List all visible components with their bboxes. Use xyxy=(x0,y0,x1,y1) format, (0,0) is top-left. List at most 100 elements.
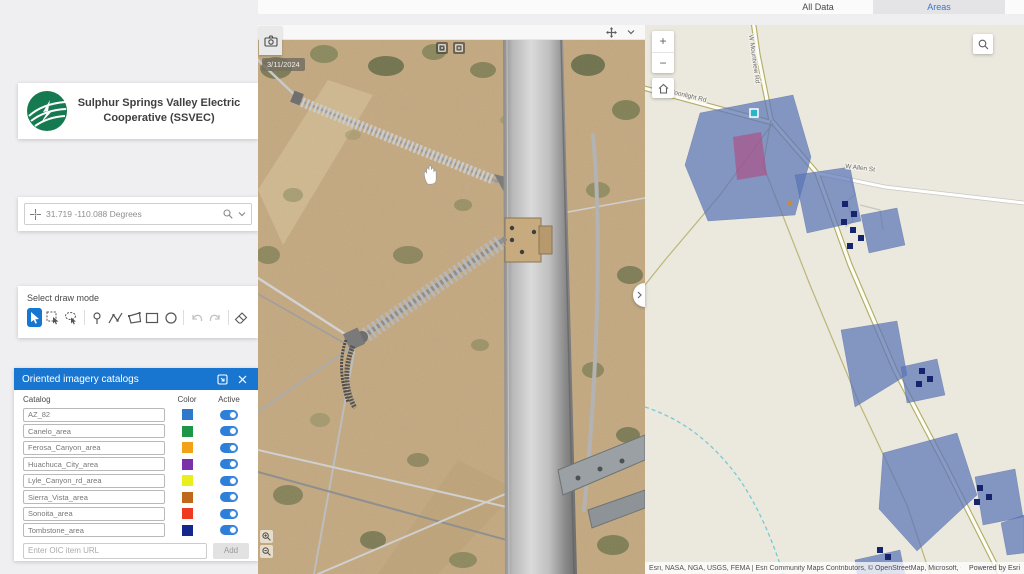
catalog-name-input[interactable] xyxy=(23,457,165,471)
oriented-image[interactable] xyxy=(258,40,645,574)
chevron-right-icon xyxy=(637,291,642,299)
pointer-tool-button[interactable] xyxy=(27,308,43,327)
select-lasso-tool-button[interactable] xyxy=(64,308,79,327)
dock-panel-icon[interactable] xyxy=(215,372,230,387)
ssvec-logo-icon xyxy=(26,90,68,132)
oriented-imagery-catalogs-panel: Oriented imagery catalogs Catalog Color … xyxy=(14,368,258,561)
camera-button[interactable] xyxy=(259,26,282,55)
map-zoom-in-button[interactable]: + xyxy=(652,31,674,52)
catalog-color-swatch[interactable] xyxy=(181,442,193,453)
catalog-row xyxy=(23,473,249,488)
oriented-imagery-viewer: 3/11/2024 xyxy=(258,25,645,574)
map-search-button[interactable] xyxy=(973,34,993,54)
panel-header: Oriented imagery catalogs xyxy=(14,368,258,390)
redo-button[interactable] xyxy=(208,308,223,327)
crosshair-icon xyxy=(30,208,41,220)
pan-move-icon[interactable] xyxy=(606,26,617,38)
catalog-color-swatch[interactable] xyxy=(181,475,193,486)
footprint-target-icon[interactable] xyxy=(436,42,448,54)
zoom-in-icon[interactable] xyxy=(260,530,273,543)
toolbar-divider xyxy=(227,310,229,325)
coordinate-card: 31.719 -110.088 Degrees xyxy=(18,197,258,231)
tab-areas[interactable]: Areas xyxy=(873,0,1005,14)
catalog-color-swatch[interactable] xyxy=(181,508,193,519)
map-panel: W Mountview Rd W Moonlight Rd W Allen St… xyxy=(645,25,1024,574)
close-panel-icon[interactable] xyxy=(235,372,250,387)
catalog-rows xyxy=(23,407,249,538)
catalog-row xyxy=(23,506,249,521)
catalog-url-row: Add xyxy=(23,542,249,559)
draw-mode-label: Select draw mode xyxy=(27,293,100,303)
map-zoom-out-button[interactable]: − xyxy=(652,51,674,74)
org-card: Sulphur Springs Valley Electric Cooperat… xyxy=(18,83,258,139)
circle-tool-button[interactable] xyxy=(163,308,178,327)
eraser-tool-button[interactable] xyxy=(234,308,249,327)
tab-all-data[interactable]: All Data xyxy=(763,0,873,14)
camera-icon xyxy=(263,34,278,47)
point-tool-button[interactable] xyxy=(90,308,105,327)
search-icon xyxy=(978,39,988,49)
catalog-name-input[interactable] xyxy=(23,506,165,521)
catalog-color-swatch[interactable] xyxy=(181,458,193,470)
catalog-name-input[interactable] xyxy=(23,523,165,537)
catalog-color-swatch[interactable] xyxy=(181,491,193,503)
toolbar-divider xyxy=(183,310,185,325)
coordinate-input[interactable]: 31.719 -110.088 Degrees xyxy=(24,203,252,225)
coordinate-value: 31.719 -110.088 Degrees xyxy=(46,209,142,219)
catalog-row xyxy=(23,457,249,472)
catalog-name-input[interactable] xyxy=(23,490,165,504)
polygon-tool-button[interactable] xyxy=(126,308,141,327)
catalog-active-toggle[interactable] xyxy=(220,442,238,453)
viewer-toolbar xyxy=(258,25,645,40)
catalog-active-toggle[interactable] xyxy=(220,525,238,535)
attribution-text: Esri, NASA, NGA, USGS, FEMA | Esri Commu… xyxy=(649,564,961,572)
panel-title: Oriented imagery catalogs xyxy=(22,373,139,385)
org-title: Sulphur Springs Valley Electric Cooperat… xyxy=(77,97,241,124)
viewer-zoom-controls xyxy=(260,530,273,558)
catalog-active-toggle[interactable] xyxy=(220,409,238,420)
search-icon[interactable] xyxy=(223,209,233,219)
rectangle-tool-button[interactable] xyxy=(145,308,160,327)
collapse-chevron-icon[interactable] xyxy=(627,29,635,35)
catalog-name-input[interactable] xyxy=(23,407,165,422)
catalog-color-swatch[interactable] xyxy=(181,425,193,437)
catalog-color-swatch[interactable] xyxy=(181,409,193,420)
undo-button[interactable] xyxy=(189,308,204,327)
catalog-active-toggle[interactable] xyxy=(220,508,238,519)
catalog-name-input[interactable] xyxy=(23,424,165,438)
chevron-down-icon[interactable] xyxy=(238,211,246,217)
oic-url-input[interactable] xyxy=(23,542,207,559)
catalog-row xyxy=(23,490,249,505)
catalog-active-toggle[interactable] xyxy=(220,426,238,436)
select-rectangle-tool-button[interactable] xyxy=(45,308,60,327)
catalog-active-toggle[interactable] xyxy=(220,492,238,502)
app-window: All Data Areas Sulphur Springs Valley El… xyxy=(0,0,1024,574)
add-catalog-button[interactable]: Add xyxy=(213,542,249,559)
zoom-out-icon[interactable] xyxy=(260,545,273,558)
catalog-row xyxy=(23,440,249,455)
draw-toolbar xyxy=(27,308,249,327)
catalog-row xyxy=(23,424,249,439)
top-header: All Data Areas xyxy=(258,0,1024,14)
map-zoom-control: + − xyxy=(652,31,674,73)
catalog-row xyxy=(23,407,249,422)
powered-by-text: Powered by Esri xyxy=(969,564,1020,572)
map-attribution: Esri, NASA, NGA, USGS, FEMA | Esri Commu… xyxy=(645,562,1024,574)
catalog-active-toggle[interactable] xyxy=(220,459,238,469)
image-date-badge: 3/11/2024 xyxy=(262,58,305,71)
toolbar-divider xyxy=(83,310,85,325)
selected-camera-point xyxy=(749,108,759,118)
catalog-row xyxy=(23,523,249,538)
catalog-active-toggle[interactable] xyxy=(220,475,238,486)
map-canvas[interactable]: W Mountview Rd W Moonlight Rd W Allen St xyxy=(645,25,1024,574)
home-icon xyxy=(658,83,668,94)
catalog-color-swatch[interactable] xyxy=(181,524,193,536)
viewer-target-buttons xyxy=(436,42,465,54)
map-home-button[interactable] xyxy=(652,78,674,98)
panel-body: Catalog Color Active AZ_82 Canelo_area F… xyxy=(14,390,258,566)
catalog-name-input[interactable] xyxy=(23,440,165,455)
polyline-tool-button[interactable] xyxy=(108,308,123,327)
catalog-column-headers: Catalog Color Active xyxy=(23,395,240,404)
camera-location-target-icon[interactable] xyxy=(453,42,465,54)
catalog-name-input[interactable] xyxy=(23,473,165,488)
